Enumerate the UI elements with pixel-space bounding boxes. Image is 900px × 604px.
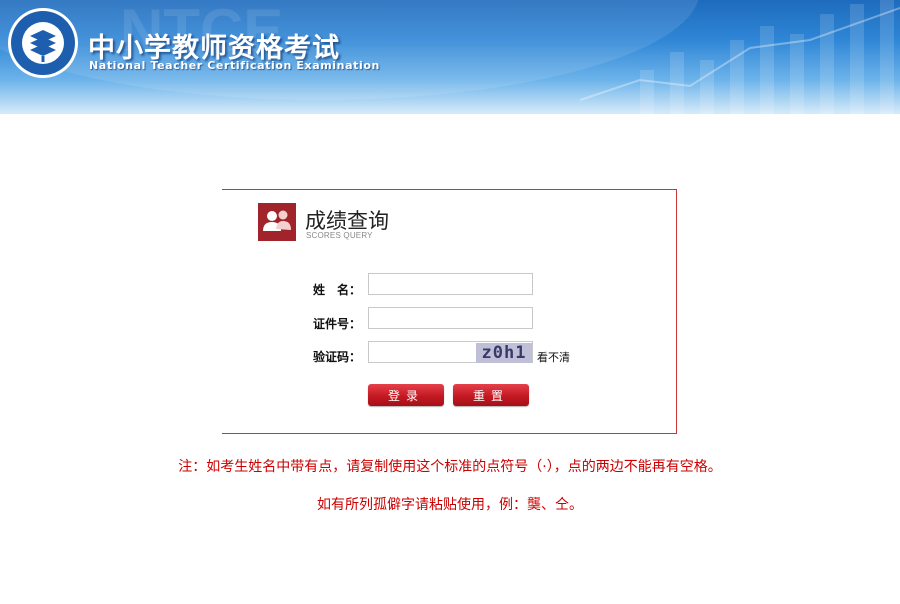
header-banner: NTCE 中小学教师资格考试 National Teacher Certific… [0,0,900,114]
login-button[interactable]: 登录 [368,384,444,406]
note-dot-symbol: 注：如考生姓名中带有点，请复制使用这个标准的点符号（·），点的两边不能再有空格。 [178,459,722,475]
name-label: 姓 名： [313,283,362,297]
note-rare-characters: 如有所列孤僻字请粘贴使用，例：龑、仝。 [317,497,583,513]
panel-subtitle: SCORES QUERY [306,231,373,240]
captcha-image[interactable]: z0h1 [476,343,532,363]
id-number-input[interactable] [368,307,533,329]
reset-button[interactable]: 重置 [453,384,529,406]
captcha-refresh-link[interactable]: 看不清 [537,349,570,365]
captcha-label: 验证码： [313,350,362,364]
name-input[interactable] [368,273,533,295]
site-subtitle: National Teacher Certification Examinati… [89,59,380,72]
exam-logo [6,6,80,80]
banner-chart-decoration [580,0,900,114]
users-icon [258,203,296,241]
id-number-label: 证件号： [313,317,362,331]
